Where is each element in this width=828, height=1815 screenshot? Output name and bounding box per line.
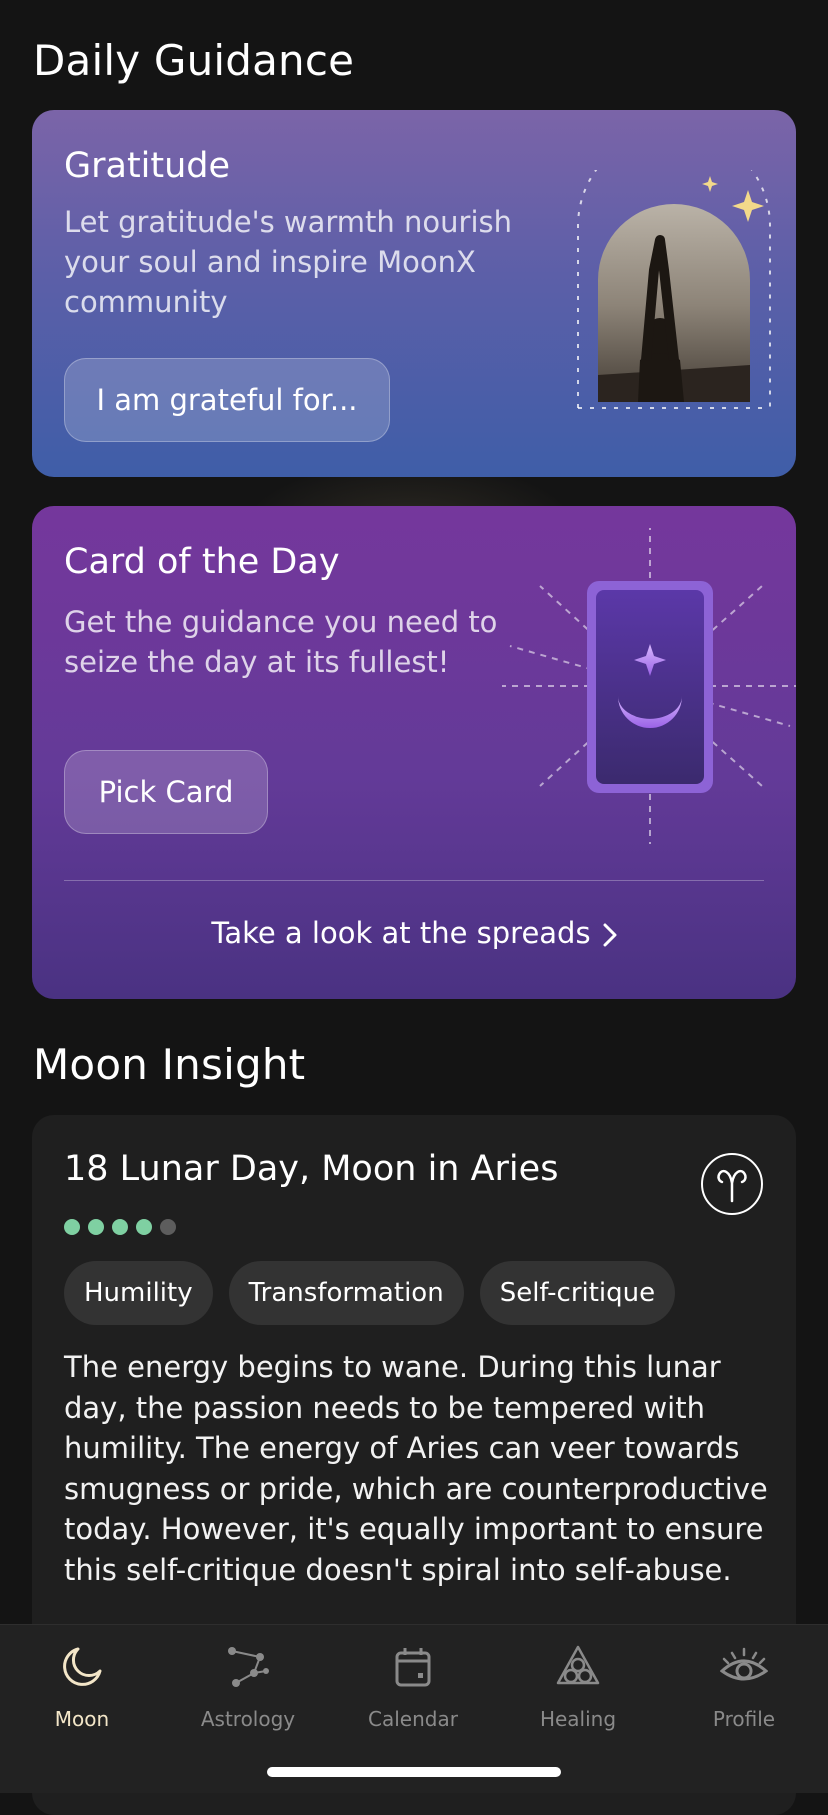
card-of-day-title: Card of the Day bbox=[64, 542, 340, 582]
tab-healing-label: Healing bbox=[539, 1707, 617, 1731]
rating-dot bbox=[88, 1219, 104, 1235]
tab-moon[interactable]: Moon bbox=[12, 1643, 152, 1731]
constellation-icon bbox=[228, 1647, 269, 1687]
rating-dot bbox=[160, 1219, 176, 1235]
tab-calendar-label: Calendar bbox=[368, 1707, 458, 1731]
moon-icon bbox=[63, 1647, 102, 1686]
tab-healing[interactable]: Healing bbox=[508, 1643, 648, 1731]
calendar-icon bbox=[395, 1648, 431, 1687]
rating-dot bbox=[112, 1219, 128, 1235]
lunar-day-title: 18 Lunar Day, Moon in Aries bbox=[64, 1149, 559, 1189]
chevron-right-icon bbox=[603, 923, 617, 947]
tag-self-critique[interactable]: Self-critique bbox=[479, 1261, 676, 1325]
tab-profile-label: Profile bbox=[712, 1707, 776, 1731]
card-divider bbox=[64, 880, 764, 881]
moon-insight-heading: Moon Insight bbox=[33, 1040, 306, 1089]
energy-rating bbox=[64, 1219, 176, 1235]
rating-dot bbox=[136, 1219, 152, 1235]
meditation-illustration bbox=[577, 170, 771, 409]
gratitude-title: Gratitude bbox=[64, 146, 231, 186]
tab-profile[interactable]: Profile bbox=[674, 1643, 814, 1731]
gratitude-card[interactable]: Gratitude Let gratitude's warmth nourish… bbox=[32, 110, 796, 477]
healing-icon bbox=[556, 1645, 600, 1685]
home-indicator[interactable] bbox=[267, 1767, 561, 1777]
spreads-link[interactable]: Take a look at the spreads bbox=[32, 916, 796, 950]
rating-dot bbox=[64, 1219, 80, 1235]
eye-icon bbox=[720, 1647, 768, 1681]
grateful-for-button[interactable]: I am grateful for... bbox=[64, 358, 390, 442]
gratitude-description: Let gratitude's warmth nourish your soul… bbox=[64, 205, 512, 319]
aries-icon bbox=[701, 1153, 763, 1215]
insight-text: The energy begins to wane. During this l… bbox=[64, 1350, 768, 1587]
card-of-day-description: Get the guidance you need to seize the d… bbox=[64, 605, 498, 679]
tarot-card-illustration bbox=[502, 528, 796, 844]
daily-guidance-heading: Daily Guidance bbox=[33, 36, 355, 85]
tab-astrology-label: Astrology bbox=[200, 1707, 296, 1731]
spreads-link-label: Take a look at the spreads bbox=[211, 916, 591, 950]
insight-tags: Humility Transformation Self-critique bbox=[64, 1261, 676, 1325]
tab-moon-label: Moon bbox=[54, 1707, 110, 1731]
tab-calendar[interactable]: Calendar bbox=[343, 1643, 483, 1731]
pick-card-button[interactable]: Pick Card bbox=[64, 750, 268, 834]
tag-transformation[interactable]: Transformation bbox=[228, 1261, 464, 1325]
tag-humility[interactable]: Humility bbox=[64, 1261, 213, 1325]
tab-astrology[interactable]: Astrology bbox=[178, 1643, 318, 1731]
sparkle-icon bbox=[732, 190, 764, 222]
card-of-the-day-card[interactable]: Card of the Day Get the guidance you nee… bbox=[32, 506, 796, 999]
